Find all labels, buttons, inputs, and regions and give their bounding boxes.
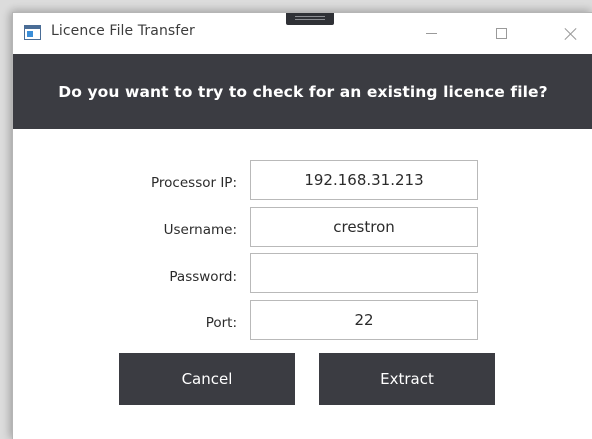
- username-label: Username:: [163, 222, 237, 238]
- maximize-button[interactable]: [478, 13, 524, 54]
- username-input[interactable]: [250, 207, 478, 247]
- maximize-icon: [495, 28, 507, 39]
- processor-ip-label: Processor IP:: [151, 175, 237, 191]
- window-title: Licence File Transfer: [51, 23, 195, 39]
- app-window-icon: [24, 25, 41, 40]
- close-icon: [564, 27, 578, 41]
- minimize-button[interactable]: [408, 13, 454, 54]
- minimize-icon: [425, 33, 437, 34]
- licence-file-transfer-window: Licence File Transfer Do you want to try…: [12, 12, 592, 439]
- processor-ip-input[interactable]: [250, 160, 478, 200]
- port-label: Port:: [205, 315, 237, 331]
- drag-handle[interactable]: [286, 13, 334, 25]
- password-label: Password:: [169, 269, 237, 285]
- question-text: Do you want to try to check for an exist…: [58, 82, 548, 101]
- cancel-button[interactable]: Cancel: [119, 353, 295, 405]
- port-input[interactable]: [250, 300, 478, 340]
- question-banner: Do you want to try to check for an exist…: [13, 54, 592, 129]
- password-input[interactable]: [250, 253, 478, 293]
- extract-button[interactable]: Extract: [319, 353, 495, 405]
- title-bar[interactable]: Licence File Transfer: [13, 13, 592, 54]
- close-button[interactable]: [548, 13, 592, 54]
